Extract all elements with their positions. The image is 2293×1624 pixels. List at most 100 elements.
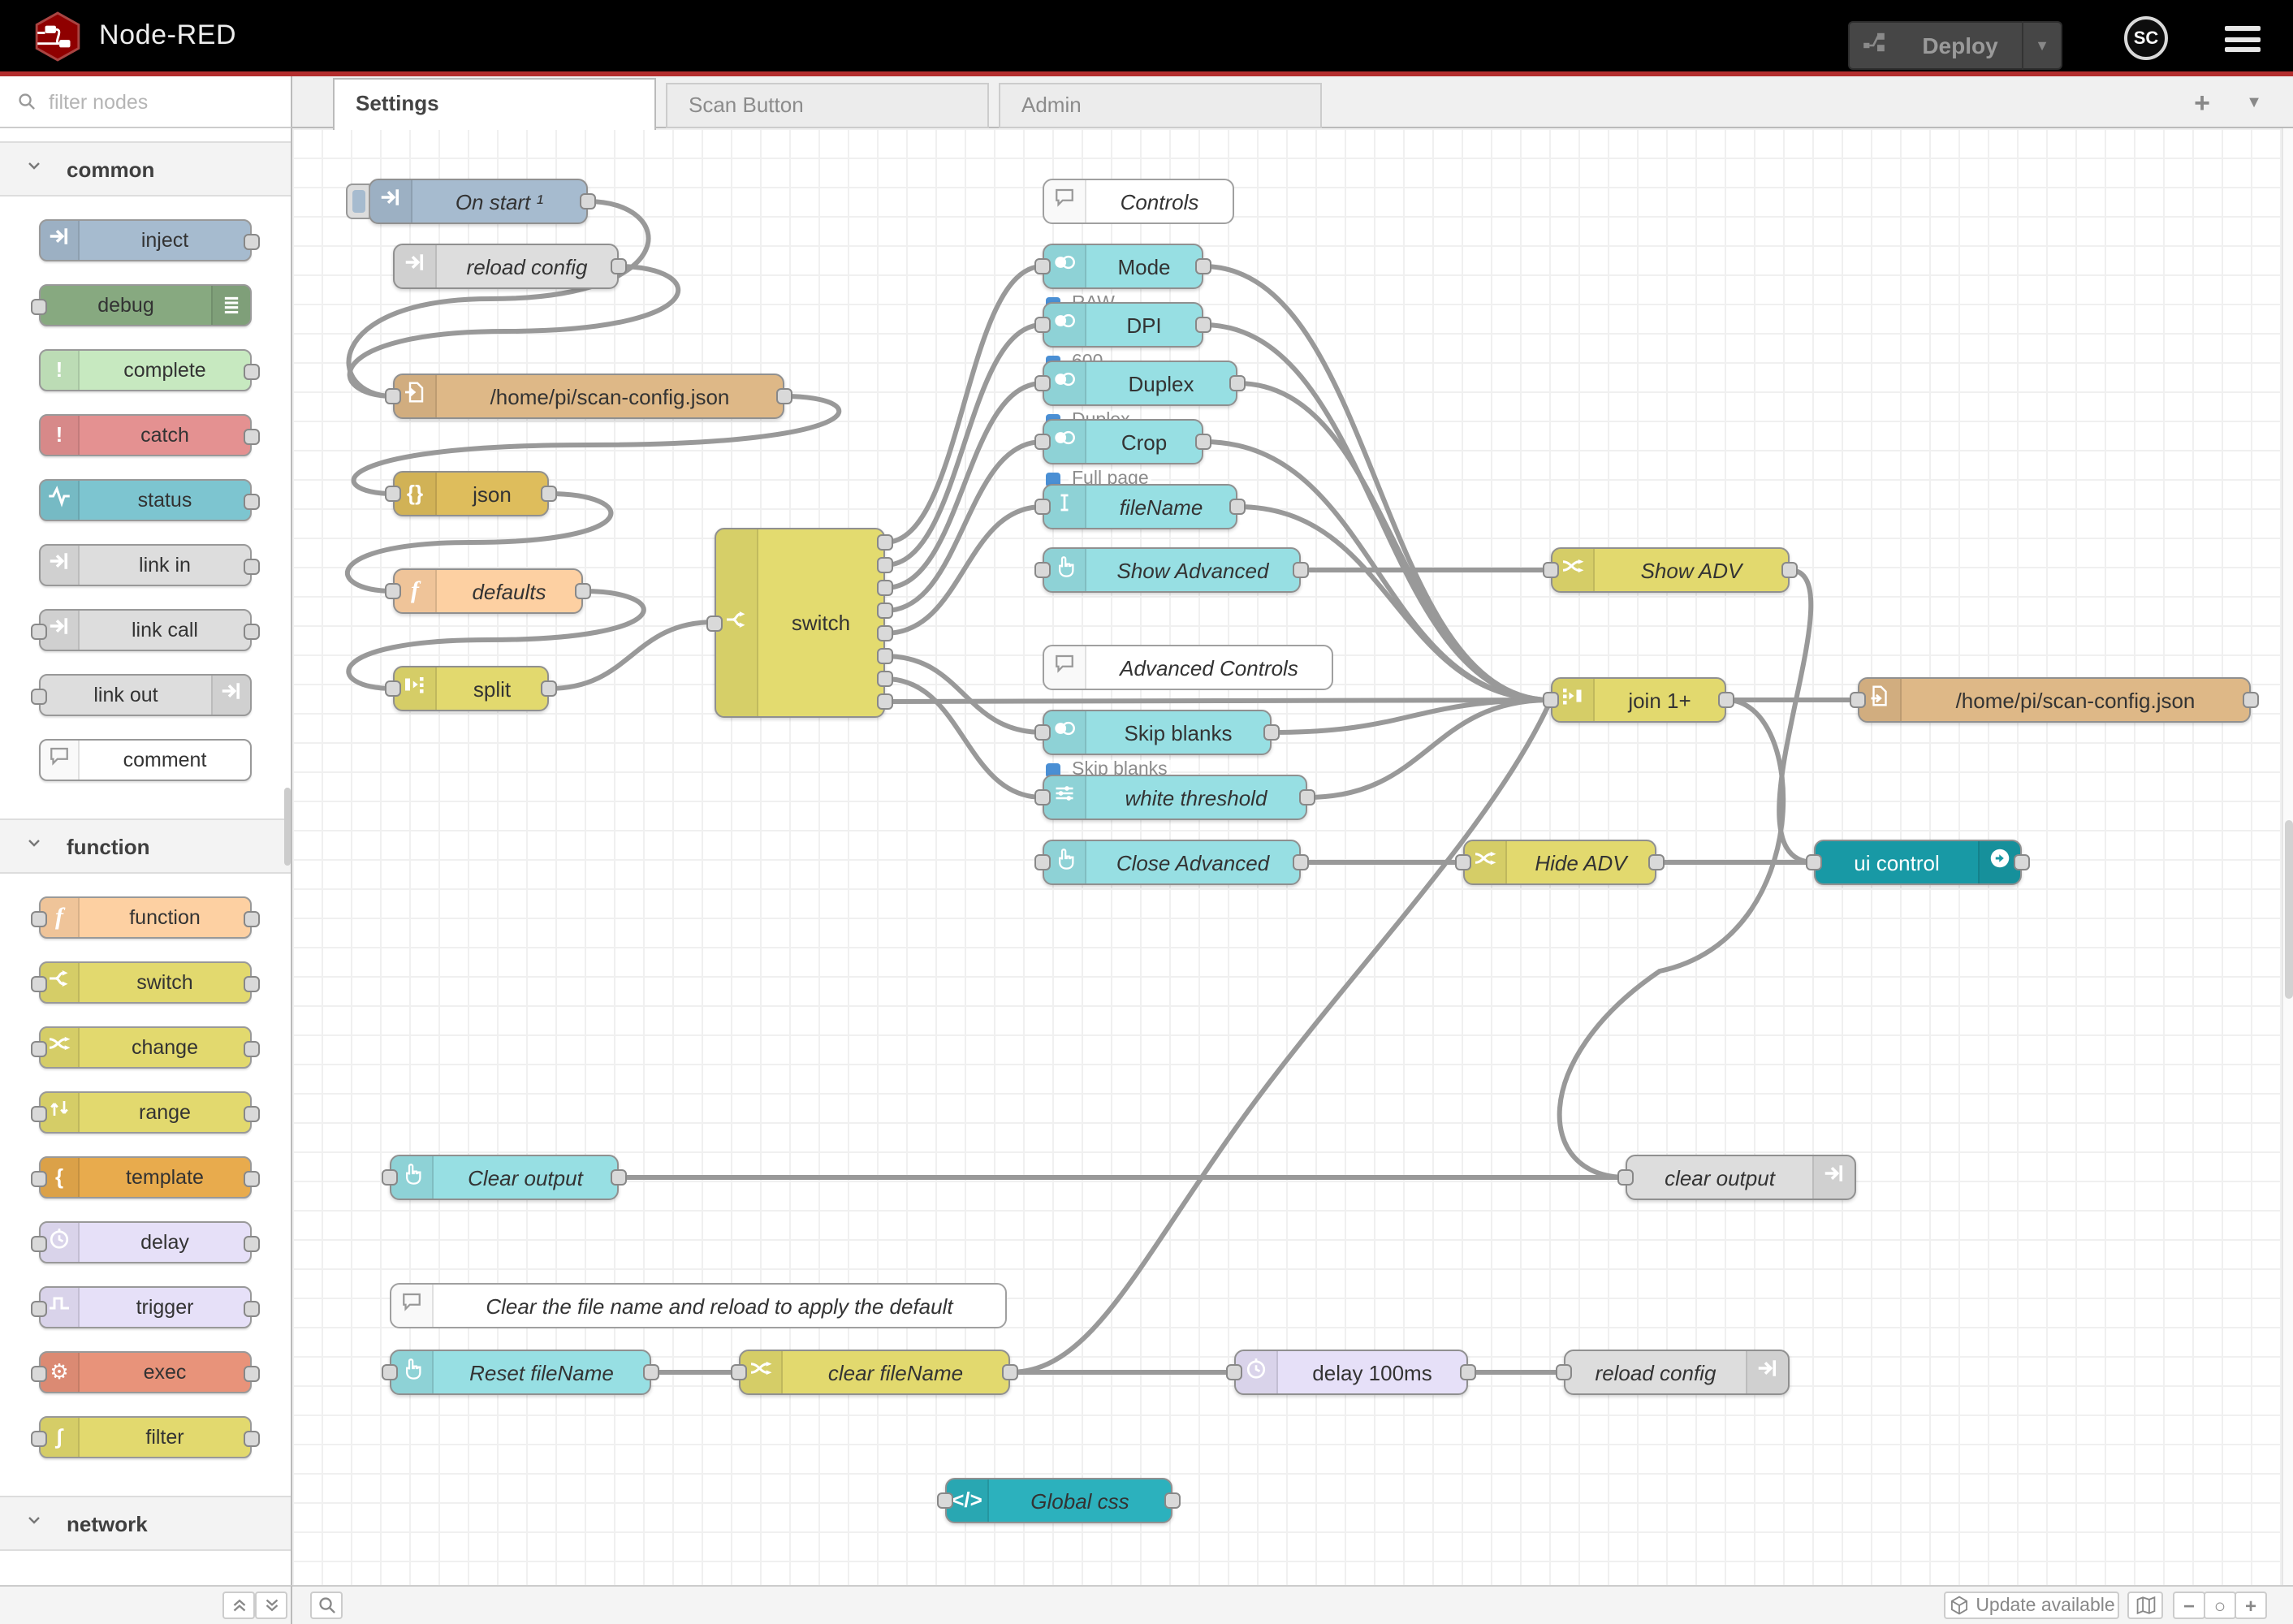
wire[interactable] (1203, 266, 1551, 700)
flow-node-uicontrol[interactable]: ui control (1814, 840, 2022, 885)
wire[interactable] (549, 622, 715, 689)
palette-node-filter[interactable]: ∫filter (39, 1416, 252, 1458)
palette-node-trigger[interactable]: trigger (39, 1286, 252, 1328)
input-port[interactable] (1034, 854, 1051, 870)
scrollbar-thumb[interactable] (2285, 820, 2293, 999)
input-port[interactable] (1034, 258, 1051, 274)
flow-node-duplex[interactable]: Duplex (1043, 361, 1237, 406)
input-port[interactable] (1850, 692, 1866, 708)
output-port[interactable] (611, 258, 627, 274)
flow-node-showadvanced[interactable]: Show Advanced (1043, 547, 1301, 593)
flow-node-switch[interactable]: switch (715, 528, 885, 718)
zoom-in-button[interactable]: + (2235, 1592, 2267, 1619)
output-port[interactable] (1263, 724, 1280, 741)
palette-node-switch[interactable]: switch (39, 961, 252, 1004)
input-port[interactable] (1806, 854, 1822, 870)
output-port[interactable] (244, 1171, 260, 1187)
output-port[interactable] (611, 1169, 627, 1186)
output-port-2[interactable] (877, 557, 893, 573)
output-port[interactable] (541, 680, 557, 697)
input-port[interactable] (1034, 375, 1051, 391)
output-port[interactable] (2014, 854, 2030, 870)
output-port[interactable] (2243, 692, 2259, 708)
input-port[interactable] (1034, 724, 1051, 741)
input-port[interactable] (1034, 499, 1051, 515)
output-port[interactable] (244, 364, 260, 380)
output-port[interactable] (1718, 692, 1734, 708)
input-port[interactable] (1556, 1364, 1572, 1380)
output-port-8[interactable] (877, 693, 893, 710)
output-port[interactable] (1229, 375, 1246, 391)
output-port[interactable] (244, 976, 260, 992)
input-port[interactable] (731, 1364, 747, 1380)
output-port[interactable] (244, 429, 260, 445)
input-port[interactable] (706, 615, 723, 631)
palette-node-change[interactable]: change (39, 1026, 252, 1069)
palette-node-complete[interactable]: !complete (39, 349, 252, 391)
output-port[interactable] (244, 911, 260, 927)
add-flow-button[interactable]: + (2181, 86, 2223, 122)
palette-node-function[interactable]: ffunction (39, 896, 252, 939)
output-port[interactable] (776, 388, 792, 404)
output-port[interactable] (1164, 1492, 1181, 1509)
flow-node-dpi[interactable]: DPI (1043, 302, 1203, 348)
palette-node-catch[interactable]: !catch (39, 414, 252, 456)
output-port[interactable] (244, 494, 260, 510)
input-port[interactable] (385, 583, 401, 599)
update-available-button[interactable]: Update available (1944, 1592, 2119, 1619)
input-port[interactable] (31, 1171, 47, 1187)
palette-category-network[interactable]: network (0, 1496, 291, 1551)
output-port[interactable] (1002, 1364, 1018, 1380)
palette-node-comment[interactable]: comment (39, 739, 252, 781)
output-port-6[interactable] (877, 648, 893, 664)
output-port[interactable] (1195, 317, 1211, 333)
output-port[interactable] (244, 1041, 260, 1057)
flow-node-closeadvanced[interactable]: Close Advanced (1043, 840, 1301, 885)
flow-node-c2[interactable]: Advanced Controls (1043, 645, 1333, 690)
palette-node-range[interactable]: range (39, 1091, 252, 1134)
zoom-reset-button[interactable]: ○ (2204, 1592, 2236, 1619)
flow-node-clearoutlink[interactable]: clear output (1626, 1155, 1856, 1200)
canvas-vertical-scrollbar[interactable] (2282, 128, 2293, 1585)
output-port[interactable] (244, 1431, 260, 1447)
output-port[interactable] (244, 1301, 260, 1317)
output-port[interactable] (643, 1364, 659, 1380)
palette-scrollbar[interactable] (284, 788, 291, 866)
input-port[interactable] (1034, 434, 1051, 450)
palette-node-delay[interactable]: delay (39, 1221, 252, 1263)
input-port[interactable] (31, 299, 47, 315)
input-port[interactable] (382, 1364, 398, 1380)
palette-node-exec[interactable]: ⚙exec (39, 1351, 252, 1393)
input-port[interactable] (31, 911, 47, 927)
output-port[interactable] (244, 234, 260, 250)
palette-node-link-in[interactable]: link in (39, 544, 252, 586)
wire[interactable] (885, 266, 1043, 542)
flow-node-c3[interactable]: Clear the file name and reload to apply … (390, 1283, 1007, 1328)
input-port[interactable] (1543, 562, 1559, 578)
input-port[interactable] (385, 680, 401, 697)
input-port[interactable] (31, 1236, 47, 1252)
flow-node-reloadout[interactable]: reload config (1564, 1350, 1790, 1395)
flow-node-hideadv[interactable]: Hide ADV (1463, 840, 1656, 885)
palette-node-link-out[interactable]: link out (39, 674, 252, 716)
output-port[interactable] (1293, 562, 1309, 578)
output-port[interactable] (580, 193, 596, 209)
flow-node-mode[interactable]: Mode (1043, 244, 1203, 289)
output-port[interactable] (1293, 854, 1309, 870)
output-port[interactable] (1648, 854, 1665, 870)
flow-node-resetfn[interactable]: Reset fileName (390, 1350, 651, 1395)
output-port[interactable] (1460, 1364, 1476, 1380)
flow-node-crop[interactable]: Crop (1043, 419, 1203, 464)
flow-node-globalcss[interactable]: </>Global css (945, 1478, 1172, 1523)
palette-search[interactable]: filter nodes (0, 76, 292, 128)
input-port[interactable] (385, 486, 401, 502)
input-port[interactable] (1034, 789, 1051, 806)
flow-node-clearoutbtn[interactable]: Clear output (390, 1155, 619, 1200)
input-port[interactable] (937, 1492, 953, 1509)
flow-node-join[interactable]: join 1+ (1551, 677, 1726, 723)
output-port[interactable] (244, 1106, 260, 1122)
flow-node-onstart[interactable]: On start ¹ (369, 179, 588, 224)
output-port-4[interactable] (877, 603, 893, 619)
palette-node-link-call[interactable]: link call (39, 609, 252, 651)
input-port[interactable] (382, 1169, 398, 1186)
